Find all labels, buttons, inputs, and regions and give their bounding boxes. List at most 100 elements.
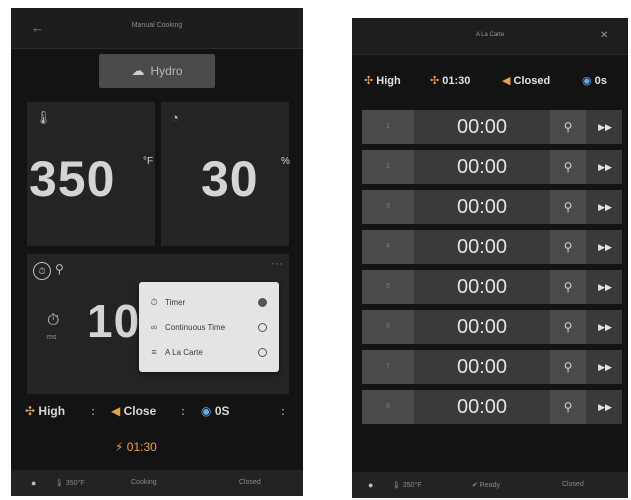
humidity-value: 30	[201, 151, 259, 207]
footer-door-status: Closed	[562, 481, 584, 488]
slot-number-button[interactable]: 5	[362, 270, 414, 304]
humidity-icon: ◔	[171, 110, 179, 125]
stopwatch-icon[interactable]: ⏱	[33, 262, 51, 280]
fan-icon: ✣	[25, 404, 36, 418]
radio-button[interactable]	[258, 322, 267, 332]
humidity-unit: %	[281, 156, 290, 167]
fast-forward-icon[interactable]: ▶▶	[588, 310, 622, 344]
menu-item-a-la-carte[interactable]: ≡ A La Carte	[139, 338, 279, 366]
cook-time-value: 01:30	[126, 440, 157, 454]
damper-status[interactable]: ◀ Close	[111, 404, 156, 418]
timer-value: 10	[87, 295, 141, 347]
fast-forward-icon[interactable]: ▶▶	[588, 350, 622, 384]
wrench-icon[interactable]: ⚲	[550, 350, 586, 384]
damper-icon: ◀	[111, 404, 121, 418]
fan-speed-status[interactable]: ✣ High	[25, 404, 65, 418]
slot-row: 4 00:00 ⚲ ▶▶	[362, 230, 622, 264]
a-la-carte-screen: A La Carte ✕ ✣ High ✣ 01:30 ◀ Closed ◉ 0…	[352, 18, 628, 498]
humidity-panel[interactable]: ◔ 30 %	[161, 102, 290, 246]
header-bar: ← Manual Cooking	[11, 8, 303, 49]
close-icon[interactable]: ✕	[600, 30, 608, 41]
steam-value: 0S	[214, 404, 230, 418]
slot-number-button[interactable]: 7	[362, 350, 414, 384]
damper-value: Closed	[513, 75, 551, 87]
footer-door-status: Closed	[239, 479, 261, 486]
wrench-icon[interactable]: ⚲	[550, 230, 586, 264]
wrench-icon[interactable]: ⚲	[550, 150, 586, 184]
separator: :	[281, 404, 285, 418]
steam-cloud-icon: ☁	[131, 63, 145, 78]
fast-forward-icon[interactable]: ▶▶	[588, 150, 622, 184]
slot-number-button[interactable]: 6	[362, 310, 414, 344]
slot-time-value[interactable]: 00:00	[418, 390, 546, 424]
steam-icon: ◉	[582, 75, 592, 87]
slot-number-button[interactable]: 8	[362, 390, 414, 424]
fast-forward-icon[interactable]: ▶▶	[588, 270, 622, 304]
hydro-mode-label: Hydro	[150, 64, 183, 78]
fast-forward-icon[interactable]: ▶▶	[588, 230, 622, 264]
slot-number-button[interactable]: 2	[362, 150, 414, 184]
damper-status[interactable]: ◀ Closed	[502, 74, 550, 87]
footer-temperature: 🌡 350°F	[55, 480, 85, 487]
fast-forward-icon[interactable]: ▶▶	[588, 190, 622, 224]
wrench-icon[interactable]: ⚲	[550, 310, 586, 344]
steam-icon: ◉	[201, 404, 212, 418]
menu-item-label: A La Carte	[165, 347, 203, 357]
fan-speed-status[interactable]: ✣ High	[364, 74, 401, 87]
slot-row: 1 00:00 ⚲ ▶▶	[362, 110, 622, 144]
slot-time-value[interactable]: 00:00	[418, 150, 546, 184]
slot-number-button[interactable]: 1	[362, 110, 414, 144]
menu-dot-icon[interactable]: ●	[31, 478, 36, 488]
menu-dot-icon[interactable]: ●	[368, 480, 373, 490]
slot-row: 7 00:00 ⚲ ▶▶	[362, 350, 622, 384]
steam-status[interactable]: ◉ 0s	[582, 74, 607, 87]
hydro-mode-button[interactable]: ☁ Hydro	[99, 54, 215, 88]
header-bar: A La Carte ✕	[352, 18, 628, 55]
menu-item-timer[interactable]: ⏱ Timer	[139, 288, 279, 316]
slot-row: 8 00:00 ⚲ ▶▶	[362, 390, 622, 424]
cook-time-value: 01:30	[442, 75, 471, 87]
infinity-icon: ∞	[150, 322, 158, 332]
slot-number-button[interactable]: 4	[362, 230, 414, 264]
slot-time-value[interactable]: 00:00	[418, 270, 546, 304]
slot-time-value[interactable]: 00:00	[418, 190, 546, 224]
status-row: ✣ High ✣ 01:30 ◀ Closed ◉ 0s	[352, 68, 628, 92]
wrench-icon[interactable]: ⚲	[550, 190, 586, 224]
damper-value: Close	[123, 404, 157, 418]
slot-number-button[interactable]: 3	[362, 190, 414, 224]
separator: :	[181, 404, 185, 418]
damper-icon: ◀	[502, 75, 511, 87]
fan-speed-value: High	[376, 75, 401, 87]
wrench-icon[interactable]: ⚲	[550, 110, 586, 144]
fast-forward-icon[interactable]: ▶▶	[588, 390, 622, 424]
radio-button[interactable]	[258, 347, 267, 357]
slot-row: 6 00:00 ⚲ ▶▶	[362, 310, 622, 344]
slot-row: 5 00:00 ⚲ ▶▶	[362, 270, 622, 304]
slot-time-value[interactable]: 00:00	[418, 310, 546, 344]
timer-mode-icon: ⏱	[47, 312, 60, 329]
stopwatch-icon: ⏱	[150, 296, 158, 307]
wrench-icon[interactable]: ⚲	[55, 262, 64, 276]
fast-forward-icon[interactable]: ▶▶	[588, 110, 622, 144]
timer-mode-menu: ⏱ Timer ∞ Continuous Time ≡ A La Carte	[139, 282, 279, 372]
cook-time-status[interactable]: ✣ 01:30	[430, 74, 470, 87]
page-title: Manual Cooking	[131, 22, 183, 29]
a-la-carte-icon: ≡	[151, 347, 157, 357]
wrench-icon[interactable]: ⚲	[550, 390, 586, 424]
temperature-panel[interactable]: 🌡 350 °F	[27, 102, 155, 246]
radio-button[interactable]	[258, 297, 267, 307]
wrench-icon[interactable]: ⚲	[550, 270, 586, 304]
menu-item-continuous-time[interactable]: ∞ Continuous Time	[139, 313, 279, 341]
more-options-icon[interactable]: ···	[271, 256, 283, 270]
slot-time-value[interactable]: 00:00	[418, 350, 546, 384]
timer-icon: ✣	[430, 75, 440, 87]
separator: :	[91, 404, 95, 418]
steam-status[interactable]: ◉ 0S	[201, 404, 230, 418]
fan-speed-value: High	[38, 404, 66, 418]
manual-cooking-screen: ← Manual Cooking ☁ Hydro 🌡 350 °F ◔ 30 %…	[11, 8, 303, 496]
temperature-value: 350	[29, 151, 116, 207]
slot-time-value[interactable]: 00:00	[418, 110, 546, 144]
slot-time-value[interactable]: 00:00	[418, 230, 546, 264]
cook-time-display: ⚡ 01:30	[115, 440, 157, 454]
page-title: A La Carte	[475, 32, 505, 38]
